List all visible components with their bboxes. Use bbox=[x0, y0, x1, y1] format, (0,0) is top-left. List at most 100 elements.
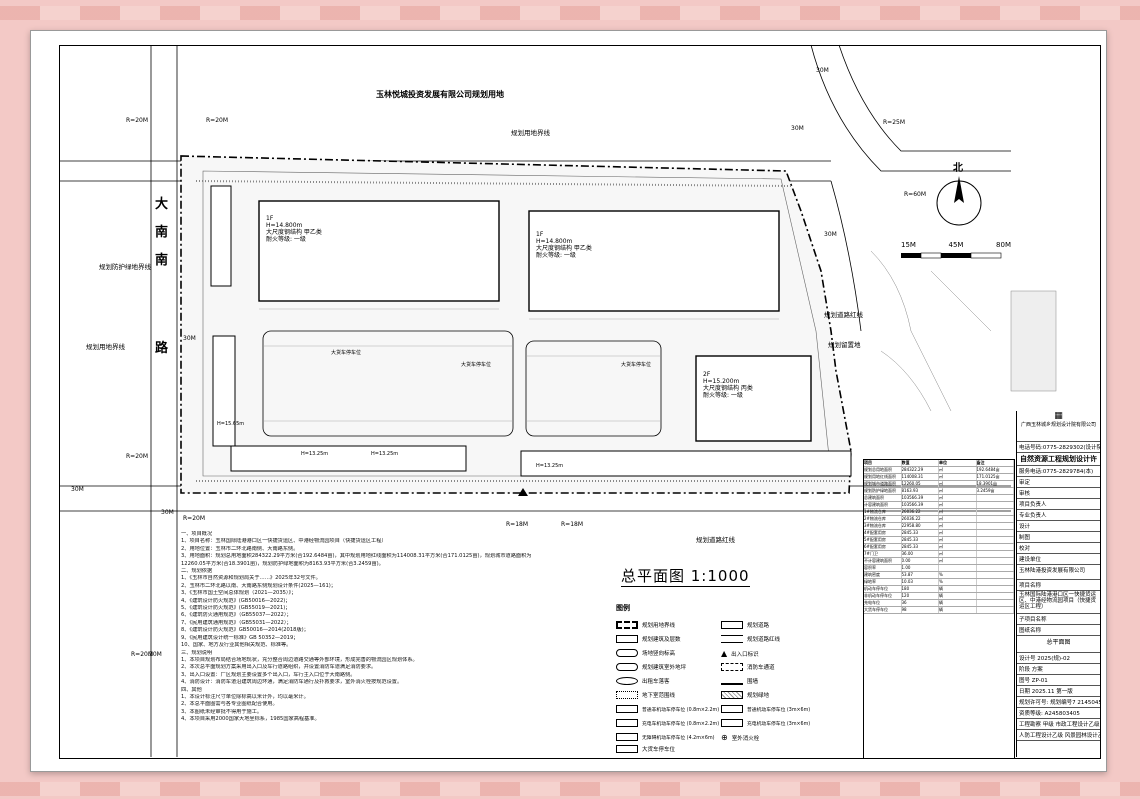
table-cell: 103566.39 bbox=[902, 495, 939, 501]
road-width-label: 30M bbox=[161, 509, 174, 516]
role-label: 校对 bbox=[1019, 546, 1031, 552]
table-cell: 18.3901亩 bbox=[977, 481, 1014, 487]
building-line: 耐火等级: 一级 bbox=[266, 236, 306, 243]
basement-symbol bbox=[616, 691, 638, 699]
road-name-char: 南 bbox=[155, 253, 169, 268]
parking-label: 大货车停车位 bbox=[331, 350, 362, 356]
table-cell: 5#配套用房 bbox=[864, 537, 902, 543]
legend-item: 充电机动车停车位 (3m×6m) bbox=[721, 719, 810, 727]
scale-label: 15M 45M 80M bbox=[901, 241, 1011, 249]
drawing-label: 图纸名称 bbox=[1017, 625, 1100, 636]
scale-label-item: 45M bbox=[948, 241, 964, 249]
stage-value: 方案 bbox=[1031, 667, 1043, 673]
table-cell: 2845.33 bbox=[902, 530, 939, 536]
background-stripe bbox=[0, 6, 1140, 20]
building-line: 耐火等级: 一级 bbox=[536, 252, 576, 259]
table-cell: 2845.33 bbox=[902, 544, 939, 550]
floor-symbol bbox=[616, 663, 638, 671]
south-building-1 bbox=[230, 445, 467, 472]
parking-label: 大货车停车位 bbox=[621, 362, 652, 368]
table-cell: 1.00 bbox=[902, 565, 939, 571]
table-cell: 不计容建筑面积 bbox=[864, 558, 902, 564]
table-row: 规划防护绿地面积 8163.93 ㎡ 3.2459亩 bbox=[864, 488, 1014, 495]
table-cell bbox=[977, 516, 1014, 522]
legend-label: 出入口标识 bbox=[731, 651, 759, 658]
building-label: 1F H=14.800m 大尺度钢结构 甲乙类 耐火等级: 一级 bbox=[536, 231, 592, 259]
legend-label: 无障碍机动车停车位 (4.2m×6m) bbox=[642, 735, 715, 741]
table-cell: 2845.33 bbox=[902, 537, 939, 543]
note-line: 10、国家、地方及行业其他相关规范、标准等。 bbox=[181, 642, 292, 649]
date-value: 2025.11 bbox=[1031, 689, 1055, 695]
legend-item: ⊕ 室外消火栓 bbox=[721, 733, 759, 742]
legend-label: 规划建筑及层数 bbox=[642, 637, 681, 643]
legend-item: 出租车落客 bbox=[616, 677, 670, 685]
legend: 图例 规划用地界线 规划道路 规划建筑及层数 规划道路红线 场地竖向标高 ▲ 出入… bbox=[616, 604, 821, 753]
table-row: 建筑密度 53.87% bbox=[864, 572, 1014, 579]
table-cell: 辆 bbox=[939, 586, 977, 592]
road-width-label: 30M bbox=[824, 231, 837, 238]
small-building-label: H=13.25m bbox=[371, 451, 399, 457]
table-cell: 辆 bbox=[939, 600, 977, 606]
role-label: 项目负责人 bbox=[1019, 502, 1047, 508]
note-line: 1、本设计标注尺寸单位除标高以米计外，均以毫米计。 bbox=[181, 693, 309, 700]
company-phone: 电话号码:0775-2829302(设计院) bbox=[1017, 442, 1100, 453]
table-cell bbox=[977, 593, 1014, 599]
building-line: 大尺度钢结构 甲乙类 bbox=[536, 245, 592, 252]
client-name: 玉林陆港投资发展有限公司 bbox=[1017, 565, 1100, 580]
table-cell: 171.0125亩 bbox=[977, 474, 1014, 480]
role-row: 审核 bbox=[1017, 488, 1100, 499]
company-logo: ▦ bbox=[1054, 412, 1063, 421]
table-cell bbox=[977, 523, 1014, 529]
code-row: 设计号 2025(规)-02 bbox=[1017, 653, 1100, 664]
table-cell bbox=[977, 558, 1014, 564]
building-2 bbox=[528, 210, 780, 312]
note-line: 12260.05平方米(合18.3901亩)，规划防护绿地面积为8163.93平… bbox=[181, 560, 384, 567]
table-cell bbox=[977, 530, 1014, 536]
table-row: 总建筑面积 103566.39 ㎡ bbox=[864, 495, 1014, 502]
elevation-symbol bbox=[616, 649, 638, 657]
table-row: 规划用地红线面积 114008.31 ㎡ 171.0125亩 bbox=[864, 474, 1014, 481]
note-line: 2、本总平面图需与各专业图纸配合使用。 bbox=[181, 701, 278, 708]
building-floor: 1F bbox=[266, 215, 274, 222]
table-cell: 规划防护绿地面积 bbox=[864, 488, 902, 494]
note-line: 7、《民用建筑通用规范》（GB55031—2022）； bbox=[181, 619, 292, 626]
note-line: 3、本图纸未经审批不得用于施工。 bbox=[181, 708, 263, 715]
west-boundary-label: 规划用地界线 bbox=[86, 343, 125, 351]
charging-car-symbol bbox=[721, 719, 743, 727]
table-cell: 8163.93 bbox=[902, 488, 939, 494]
road-name-char: 路 bbox=[155, 341, 169, 356]
road-width-label: 30M bbox=[149, 651, 162, 658]
role-label: 专业负责人 bbox=[1019, 513, 1047, 519]
table-row: 5#配套用房 2845.33 ㎡ bbox=[864, 537, 1014, 544]
note-line: 三、规划说明 bbox=[181, 649, 213, 656]
building-symbol bbox=[616, 635, 638, 643]
north-boundary-label: 规划用地界线 bbox=[511, 129, 550, 137]
legend-item: 规划建筑室外地坪 bbox=[616, 663, 686, 671]
north-arrow-icon bbox=[954, 176, 964, 203]
table-cell: ㎡ bbox=[939, 502, 977, 508]
table-header-cell: 单位 bbox=[939, 460, 977, 466]
road-width-label: R=20M bbox=[206, 117, 229, 124]
legend-item: 规划道路 bbox=[721, 621, 769, 629]
building-height: H=14.800m bbox=[266, 222, 303, 229]
road-width-label: R=20M bbox=[183, 515, 206, 522]
role-row: 设计 bbox=[1017, 521, 1100, 532]
table-cell: 2#物流仓库 bbox=[864, 516, 902, 522]
table-row: 规划城市道路面积 12260.05 ㎡ 18.3901亩 bbox=[864, 481, 1014, 488]
table-cell: 284322.29 bbox=[902, 467, 939, 473]
legend-title: 图例 bbox=[616, 604, 630, 612]
cert-phone: 服务电话:0775-2829784(本) bbox=[1017, 466, 1100, 477]
table-cell bbox=[977, 502, 1014, 508]
table-cell bbox=[977, 509, 1014, 515]
table-cell: 36.00 bbox=[902, 551, 939, 557]
table-cell: 辆 bbox=[939, 593, 977, 599]
table-row: 7#门卫 36.00 ㎡ bbox=[864, 551, 1014, 558]
stage-label: 阶段 bbox=[1019, 667, 1031, 673]
legend-item: 规划绿地 bbox=[721, 691, 769, 699]
legend-item: 地下室范围线 bbox=[616, 691, 675, 699]
fire-lane-symbol bbox=[721, 663, 743, 671]
legend-label: 普通非机动车停车位 (0.8m×2.2m) bbox=[642, 707, 720, 713]
note-line: 2、玉林市二环北路以南、大南路东侧规划设计条件(2025—161)； bbox=[181, 582, 336, 589]
role-row: 制图 bbox=[1017, 532, 1100, 543]
small-building-label: H=13.25m bbox=[536, 463, 564, 469]
